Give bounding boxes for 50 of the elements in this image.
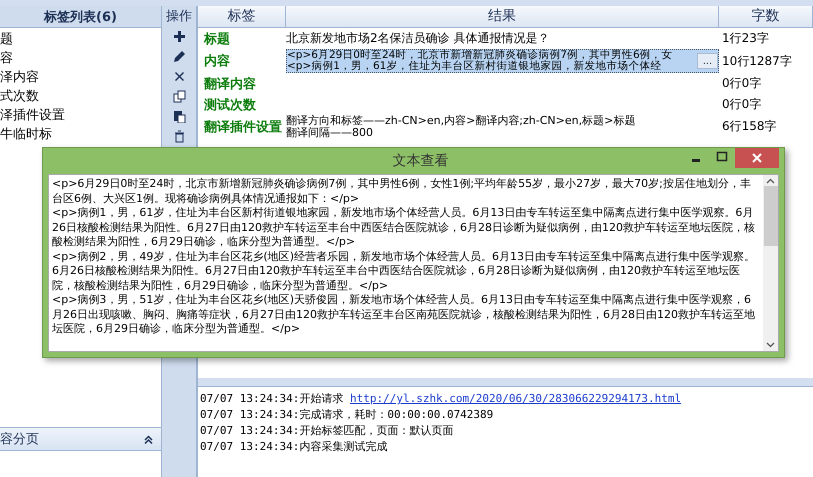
panel-title: 标签列表(6) [0, 6, 161, 28]
log-line: 07/07 13:24:34:开始标签匹配，页面：默认页面 [200, 423, 454, 439]
paragraph: <p>病例3，男，51岁，住址为丰台区花乡(地区)天骄俊园，新发地市场个体经营人员。6月13日由专车转运至集中隔离点进行集中医学观察，6月26日出现咳嗽、胸闷、胸痛等症状，6月27日由120救护车转运至丰台区南苑医院就诊，核酸检测结果为阳性，6月28日由120救护车转运至地坛医院，6月29日确诊，临床分型为普通型。</p> [52, 293, 756, 336]
paste-icon[interactable] [172, 110, 186, 123]
result-cell-text: <p>6月29日0时至24时，北京市新增新冠肺炎确诊病例7例，其中男性6例，女<p>病例1，男，61岁，住址为丰台区新村街道银地家园，新发地市场个体经 [287, 50, 674, 72]
trash-icon[interactable] [172, 130, 186, 143]
tag-list-item[interactable]: 题 [0, 30, 13, 49]
close-icon[interactable] [735, 148, 779, 168]
more-button[interactable]: ... [696, 53, 718, 69]
count-cell-text: 0行0字 [721, 96, 762, 113]
column-header[interactable]: 标签 [198, 6, 286, 27]
toolbar-title: 操作 [166, 8, 192, 26]
log-link[interactable]: http://yl.szhk.com/2020/06/30/283066229294173.html [350, 392, 682, 405]
result-cell: 翻译方向和标签——zh-CN>en,内容>翻译内容;zh-CN>en,标题>标题 [286, 115, 636, 126]
tag-list-item[interactable]: 泽内容 [0, 68, 39, 87]
log-line: 07/07 13:24:34:完成请求，耗时：00:00:00.0742389 [200, 407, 494, 423]
count-cell-text: 0行0字 [721, 75, 762, 92]
close-icon[interactable] [172, 70, 186, 83]
result-cell: 翻译间隔——800 [286, 126, 373, 138]
dialog-title: 文本查看 [392, 152, 450, 171]
selected-cell[interactable]: <p>6月29日0时至24时，北京市新增新冠肺炎确诊病例7例，其中男性6例，女<p>病例1，男，61岁，住址为丰台区新村街道银地家园，新发地市场个体经 ... [286, 49, 719, 73]
count-cell-text: 6行158字 [721, 118, 778, 135]
count-cell-text: 1行23字 [721, 30, 770, 47]
tag-list-item[interactable]: 牛临时标 [0, 125, 52, 144]
scroll-up-icon[interactable] [766, 178, 775, 184]
scrollbar[interactable] [763, 175, 778, 351]
section-title: 容分页 [0, 431, 39, 448]
pencil-icon[interactable] [172, 50, 186, 63]
plus-icon[interactable] [172, 30, 186, 43]
paragraph: <p>病例2，男，49岁，住址为丰台区花乡(地区)经营者乐园，新发地市场个体经营人员。6月13日由专车转运至集中隔离点进行集中医学观察。6月26日核酸检测结果为阳性。6月27日由120救护车转运至丰台中西医结合医院就诊，6月28日诊断为疑似病例，由120救护车转运至地坛医院，核酸检测结果为阳性，6月29日确诊，临床分型为普通型。</p> [52, 250, 756, 293]
collapse-icon[interactable] [144, 434, 153, 444]
tag-cell-text: 翻译插件设置 [202, 118, 283, 136]
tag-cell-text: 标题 [202, 30, 231, 48]
log-line: 07/07 13:24:34:开始请求 http://yl.szhk.com/2020/06/30/283066229294173.html [200, 391, 682, 407]
paragraph: <p>病例1，男，61岁，住址为丰台区新村街道银地家园，新发地市场个体经营人员。6月13日由专车转运至集中隔离点进行集中医学观察。6月26日核酸检测结果为阳性。6月27日由120救护车转运至丰台中西医结合医院就诊，6月28日诊断为疑似病例，由120救护车转运至地坛医院，核酸检测结果为阳性，6月29日确诊，临床分型为普通型。</p> [52, 206, 756, 250]
section-header[interactable]: 容分页 [0, 427, 161, 451]
column-header[interactable]: 结果 [286, 6, 719, 27]
scroll-down-icon[interactable] [766, 342, 775, 348]
tag-cell-text: 测试次数 [203, 96, 257, 114]
tag-list-item[interactable]: 式次数 [0, 87, 39, 106]
result-cell: 北京新发地市场2名保洁员确诊 具体通报情况是？ [286, 30, 550, 47]
tag-cell-text: 内容 [203, 52, 231, 70]
tag-cell-text: 翻译内容 [202, 76, 257, 92]
paragraph: <p>6月29日0时至24时，北京市新增新冠肺炎确诊病例7例，其中男性6例，女性1例;平均年龄55岁，最小27岁，最大70岁;按居住地划分，丰台区6例、大兴区1例。现将确诊病例具体情况通报如下：</p> [52, 177, 752, 206]
count-cell-text: 10行1287字 [721, 52, 793, 70]
column-header[interactable]: 字数 [719, 6, 813, 27]
log-line: 07/07 13:24:34:内容采集测试完成 [200, 439, 388, 455]
copy-icon[interactable] [172, 90, 186, 103]
tag-list-item[interactable]: 泽插件设置 [0, 106, 65, 125]
tag-list-item[interactable]: 容 [0, 49, 13, 68]
